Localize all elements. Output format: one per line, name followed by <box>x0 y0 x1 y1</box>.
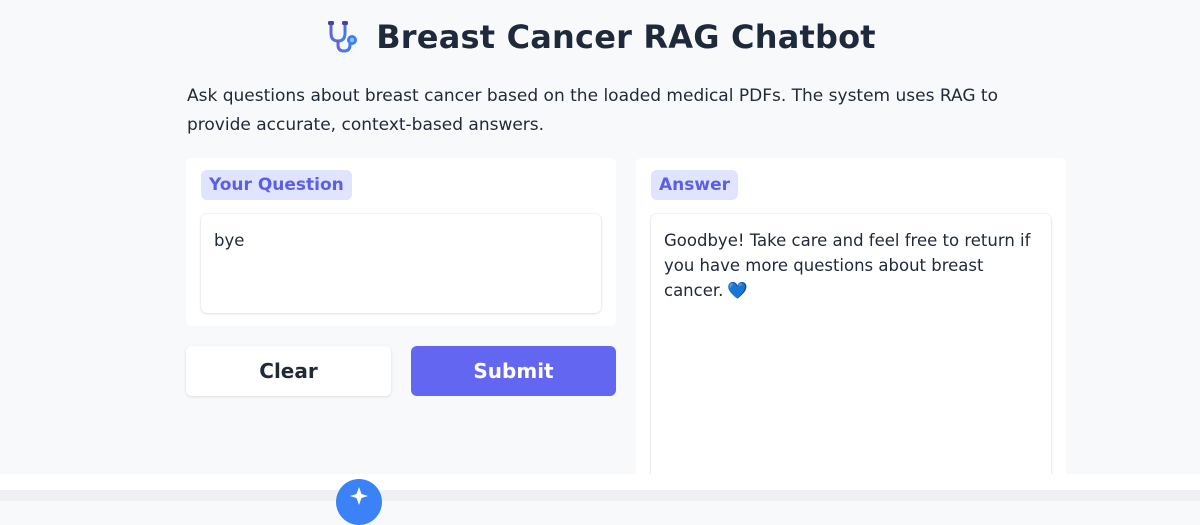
sparkle-icon <box>350 487 368 505</box>
question-input-value: bye <box>214 231 245 250</box>
answer-text: Goodbye! Take care and feel free to retu… <box>664 231 1031 300</box>
answer-panel: Answer Goodbye! Take care and feel free … <box>636 158 1066 488</box>
submit-button[interactable]: Submit <box>411 346 616 396</box>
question-label: Your Question <box>201 170 352 200</box>
question-input[interactable]: bye <box>201 214 601 313</box>
question-panel: Your Question bye <box>186 158 616 326</box>
clear-button[interactable]: Clear <box>186 346 391 396</box>
stethoscope-icon <box>324 18 362 56</box>
clear-button-label: Clear <box>259 359 318 383</box>
answer-output[interactable]: Goodbye! Take care and feel free to retu… <box>651 214 1051 484</box>
page-description: Ask questions about breast cancer based … <box>187 86 998 135</box>
floating-action-button[interactable] <box>336 479 382 525</box>
page-title: Breast Cancer RAG Chatbot <box>376 18 876 56</box>
footer-strip <box>0 490 1200 501</box>
submit-button-label: Submit <box>473 359 554 383</box>
app-header: Breast Cancer RAG Chatbot <box>0 18 1200 56</box>
answer-label: Answer <box>651 170 738 200</box>
blue-heart-icon: 💙 <box>727 281 748 300</box>
